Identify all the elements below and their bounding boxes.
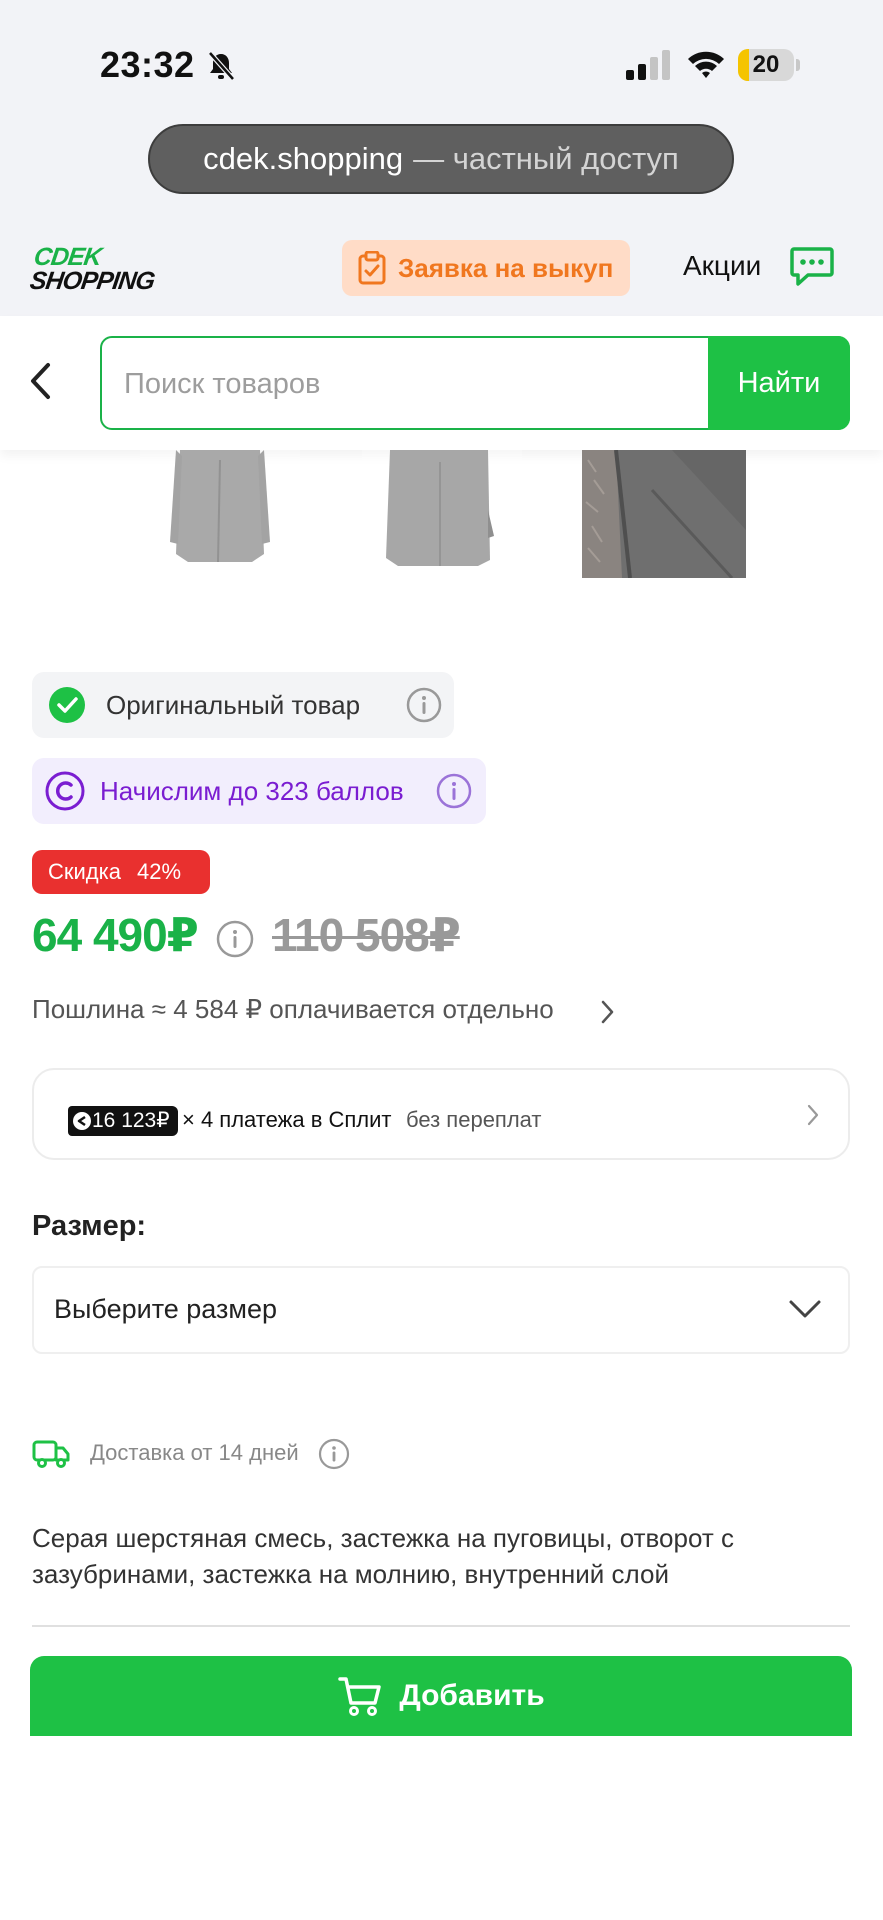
buyout-request-button[interactable]: Заявка на выкуп	[342, 240, 630, 296]
current-price: 64 490₽	[32, 909, 199, 961]
search-button[interactable]: Найти	[708, 336, 850, 430]
product-thumbnail[interactable]	[582, 450, 746, 578]
logo-bottom-text: SHOPPING	[28, 267, 157, 295]
wifi-icon	[688, 51, 724, 78]
chat-icon[interactable]	[790, 246, 834, 288]
browser-private-mode: — частный доступ	[413, 141, 679, 176]
split-amount: 16 123₽	[92, 1109, 170, 1132]
coat-fabric-closeup-image	[582, 450, 746, 578]
search-input[interactable]	[122, 356, 566, 412]
split-payments-text: × 4 платежа в Сплит	[182, 1107, 392, 1132]
cdek-shopping-logo[interactable]: CDEK SHOPPING	[28, 243, 166, 295]
browser-address-pill[interactable]: cdek.shopping — частный доступ	[148, 124, 734, 194]
chevron-down-icon	[789, 1300, 821, 1318]
info-icon[interactable]	[436, 773, 472, 809]
battery-percent: 20	[752, 51, 780, 78]
status-time: 23:32	[100, 44, 195, 85]
bell-muted-icon	[208, 51, 235, 81]
delivery-time: Доставка от 14 дней	[90, 1440, 299, 1465]
split-payment-banner[interactable]: 16 123₽ × 4 платежа в Сплит без переплат	[32, 1068, 850, 1160]
cellular-signal-icon	[626, 50, 670, 80]
cart-icon	[338, 1677, 382, 1716]
size-select-value: Выберите размер	[54, 1294, 277, 1324]
coat-back-image	[362, 450, 522, 578]
buyout-label: Заявка на выкуп	[398, 252, 614, 283]
clipboard-check-icon	[358, 251, 386, 285]
chevron-right-icon	[807, 1104, 819, 1126]
back-arrow-icon[interactable]	[26, 360, 56, 402]
battery-indicator: 20	[738, 49, 800, 81]
add-to-cart-label: Добавить	[399, 1679, 545, 1712]
old-price: 110 508₽	[272, 909, 461, 961]
discount-label: Скидка	[48, 859, 121, 884]
bonus-points-badge: Начислим до 323 баллов	[32, 758, 486, 824]
discount-value: 42%	[136, 859, 182, 884]
bonus-coin-icon	[45, 771, 85, 811]
split-no-overpay-text: без переплат	[406, 1107, 542, 1132]
product-thumbnail[interactable]	[362, 450, 522, 578]
split-logo-icon	[73, 1112, 91, 1130]
discount-badge: Скидка 42%	[32, 850, 210, 894]
split-amount-badge: 16 123₽	[68, 1106, 178, 1136]
size-label: Размер:	[32, 1210, 147, 1242]
add-to-cart-button[interactable]: Добавить	[30, 1656, 852, 1736]
chevron-right-icon	[601, 1000, 614, 1024]
info-icon[interactable]	[216, 920, 254, 958]
original-product-badge: Оригинальный товар	[32, 672, 454, 738]
check-circle-icon	[49, 687, 85, 723]
promotions-link[interactable]: Акции	[683, 250, 761, 282]
bonus-points-label: Начислим до 323 баллов	[100, 775, 404, 806]
status-area	[0, 0, 883, 232]
coat-front-image	[140, 450, 300, 578]
customs-duty-link[interactable]: Пошлина ≈ 4 584 ₽ оплачивается отдельно	[32, 994, 554, 1025]
original-product-label: Оригинальный товар	[106, 689, 361, 720]
info-icon[interactable]	[406, 687, 442, 723]
info-icon[interactable]	[318, 1438, 350, 1470]
browser-domain: cdek.shopping	[203, 141, 404, 176]
product-description: Серая шерстяная смесь, застежка на пугов…	[32, 1523, 734, 1589]
product-thumbnail[interactable]	[140, 450, 300, 578]
delivery-truck-icon	[32, 1440, 70, 1468]
size-select[interactable]: Выберите размер	[32, 1266, 850, 1354]
